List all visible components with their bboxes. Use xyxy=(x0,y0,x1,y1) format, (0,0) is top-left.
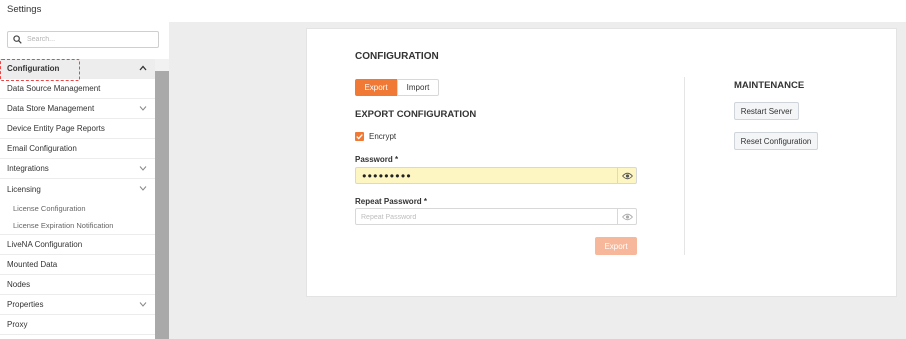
sidebar-item-label: Email Configuration xyxy=(7,144,77,153)
sidebar-item-device-entity-page-reports[interactable]: Device Entity Page Reports xyxy=(0,119,155,139)
tab-export[interactable]: Export xyxy=(355,79,397,96)
sidebar-item-nodes[interactable]: Nodes xyxy=(0,275,155,295)
sidebar-item-label: Properties xyxy=(7,300,44,309)
search-icon xyxy=(13,35,22,44)
sidebar-item-label: Licensing xyxy=(7,184,41,194)
export-section-title: EXPORT CONFIGURATION xyxy=(355,109,477,120)
sidebar-item-email-configuration[interactable]: Email Configuration xyxy=(0,139,155,159)
sidebar-item-proxy[interactable]: Proxy xyxy=(0,315,155,335)
encrypt-checkbox[interactable] xyxy=(355,132,364,141)
sidebar-item-label: Integrations xyxy=(7,164,49,173)
top-bar: Settings xyxy=(0,0,906,22)
sidebar-item-label: Proxy xyxy=(7,320,28,329)
chevron-up-icon[interactable] xyxy=(139,65,147,71)
chevron-down-icon xyxy=(139,106,147,111)
sidebar: Configuration Data Source Management Dat… xyxy=(0,22,169,339)
tab-import[interactable]: Import xyxy=(397,79,439,96)
sidebar-item-label: LiveNA Configuration xyxy=(7,240,83,249)
sidebar-item-label: Nodes xyxy=(7,280,31,289)
eye-icon xyxy=(622,172,633,179)
repeat-password-label: Repeat Password * xyxy=(355,197,428,206)
sidebar-item-label: Configuration xyxy=(7,64,60,73)
show-password-button[interactable] xyxy=(617,168,637,183)
sidebar-subitem-license-expiration-notification[interactable]: License Expiration Notification xyxy=(0,217,155,235)
sidebar-nav: Configuration Data Source Management Dat… xyxy=(0,59,155,335)
sidebar-item-configuration[interactable]: Configuration xyxy=(0,59,155,81)
sidebar-item-livena-configuration[interactable]: LiveNA Configuration xyxy=(0,235,155,255)
configuration-panel: CONFIGURATION Export Import EXPORT CONFI… xyxy=(306,28,897,297)
repeat-password-field[interactable] xyxy=(355,208,637,225)
sidebar-item-data-store-management[interactable]: Data Store Management xyxy=(0,99,155,119)
search-input[interactable] xyxy=(27,33,155,46)
export-button[interactable]: Export xyxy=(595,237,637,255)
app-title: Settings xyxy=(7,4,42,15)
encrypt-label: Encrypt xyxy=(369,132,397,141)
sidebar-item-label: Data Store Management xyxy=(7,104,95,113)
password-value: ●●●●●●●●● xyxy=(362,171,412,180)
show-repeat-password-button[interactable] xyxy=(617,209,637,224)
chevron-down-icon xyxy=(139,186,147,191)
sidebar-item-licensing[interactable]: Licensing xyxy=(0,179,155,199)
maintenance-title: MAINTENANCE xyxy=(734,80,805,91)
sidebar-item-label: License Configuration xyxy=(13,203,86,213)
chevron-down-icon xyxy=(139,302,147,307)
sidebar-scrollbar[interactable] xyxy=(155,59,169,339)
sidebar-item-mounted-data[interactable]: Mounted Data xyxy=(0,255,155,275)
password-label: Password * xyxy=(355,155,399,164)
scrollbar-up-arrow[interactable] xyxy=(155,59,169,71)
repeat-password-input[interactable] xyxy=(361,211,611,223)
checkbox-check-icon xyxy=(356,134,363,140)
eye-icon xyxy=(622,213,633,220)
sidebar-subitem-license-configuration[interactable]: License Configuration xyxy=(0,199,155,217)
password-field[interactable]: ●●●●●●●●● xyxy=(355,167,637,184)
restart-server-button[interactable]: Restart Server xyxy=(734,102,799,120)
section-divider xyxy=(684,77,685,255)
chevron-down-icon xyxy=(139,166,147,171)
sidebar-item-data-source-management[interactable]: Data Source Management xyxy=(0,79,155,99)
sidebar-item-label: Device Entity Page Reports xyxy=(7,124,105,133)
scrollbar-thumb[interactable] xyxy=(155,71,169,339)
sidebar-item-label: Data Source Management xyxy=(7,84,101,93)
page-title: CONFIGURATION xyxy=(355,51,439,62)
sidebar-item-properties[interactable]: Properties xyxy=(0,295,155,315)
search-box[interactable] xyxy=(7,31,159,48)
sidebar-item-integrations[interactable]: Integrations xyxy=(0,159,155,179)
reset-configuration-button[interactable]: Reset Configuration xyxy=(734,132,818,150)
sidebar-item-label: License Expiration Notification xyxy=(13,221,114,230)
sidebar-item-label: Mounted Data xyxy=(7,260,58,269)
